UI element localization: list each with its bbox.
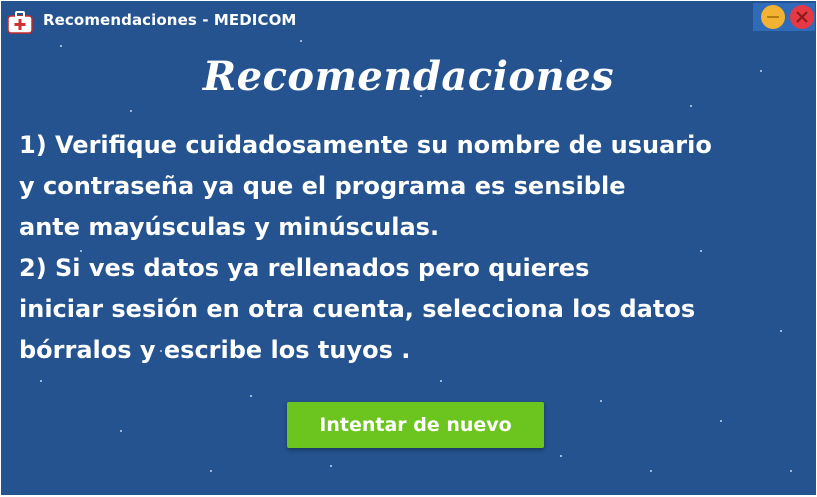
text-line: y contraseña ya que el programa es sensi… <box>19 172 626 200</box>
medical-kit-icon <box>7 11 33 34</box>
text-line: 1) Verifique cuidadosamente su nombre de… <box>19 131 712 159</box>
window-title: Recomendaciones - MEDICOM <box>43 11 297 29</box>
window-controls <box>753 3 815 31</box>
text-line: 2) Si ves datos ya rellenados pero quier… <box>19 254 590 282</box>
recommendations-window: Recomendaciones - MEDICOM Recomendacione… <box>1 1 816 495</box>
title-bar[interactable]: Recomendaciones - MEDICOM <box>1 1 816 39</box>
close-icon <box>796 11 808 23</box>
close-button[interactable] <box>790 5 814 29</box>
recommendations-text: 1) Verifique cuidadosamente su nombre de… <box>19 125 809 371</box>
text-line: ante mayúsculas y minúsculas. <box>19 213 440 241</box>
text-line: iniciar sesión en otra cuenta, seleccion… <box>19 295 696 323</box>
page-title: Recomendaciones <box>202 53 615 100</box>
minimize-button[interactable] <box>761 5 785 29</box>
text-line: bórralos y escribe los tuyos . <box>19 336 411 364</box>
retry-button[interactable]: Intentar de nuevo <box>287 402 544 448</box>
